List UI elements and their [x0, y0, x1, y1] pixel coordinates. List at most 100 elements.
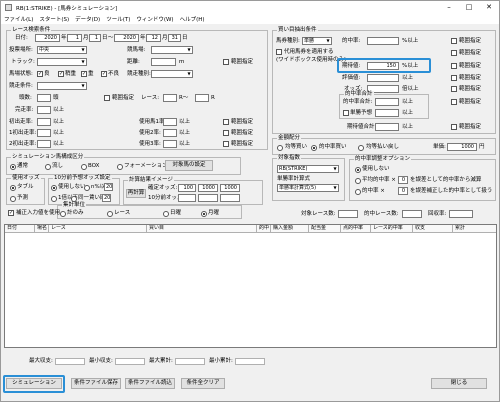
formation-radio[interactable]	[117, 164, 123, 170]
pred-count-input[interactable]: 20	[102, 194, 111, 202]
normal-radio[interactable]	[10, 164, 16, 170]
odds-range-checkbox[interactable]	[451, 86, 457, 92]
by-day-radio[interactable]	[163, 211, 169, 217]
minimize-icon[interactable]: –	[439, 1, 459, 14]
total-hit-input[interactable]	[375, 98, 399, 106]
race-from-input[interactable]	[163, 94, 177, 102]
flow-radio[interactable]	[45, 164, 51, 170]
col-date[interactable]: 日付	[5, 225, 35, 232]
col-balance[interactable]: 収支	[413, 225, 453, 232]
head-input[interactable]	[37, 94, 51, 102]
from-day-input[interactable]: 1	[89, 34, 101, 42]
mode-a-radio[interactable]	[51, 196, 57, 202]
total-range-checkbox[interactable]	[451, 99, 457, 105]
only-radio[interactable]	[60, 211, 66, 217]
hit-hit-input[interactable]: 0	[398, 187, 408, 195]
head-range-checkbox[interactable]	[104, 95, 110, 101]
result-grid[interactable]: 日付 場名 レース 買い目 的中 購入金額 配当金 点的中率 レース的中率 収支…	[4, 224, 497, 348]
hit-hit-radio[interactable]	[355, 189, 361, 195]
from-year-input[interactable]: 2020	[35, 34, 60, 42]
single-input[interactable]	[375, 109, 399, 117]
hit-no-use-radio[interactable]	[355, 167, 361, 173]
hit-avg-input[interactable]: 0	[398, 176, 408, 184]
target-horse-button[interactable]: 対象馬の設定	[165, 160, 213, 171]
close-button[interactable]: 閉じる	[431, 378, 487, 389]
used3-input[interactable]	[163, 140, 177, 148]
from-month-input[interactable]: 1	[67, 34, 82, 42]
hit-range-checkbox[interactable]	[451, 38, 457, 44]
hit-range2-checkbox[interactable]	[451, 50, 457, 56]
to-month-input[interactable]: 12	[146, 34, 161, 42]
by-month-radio[interactable]	[201, 211, 207, 217]
correction-checkbox[interactable]: ✓	[8, 210, 14, 216]
simulation-button[interactable]: シミュレーション	[6, 378, 62, 389]
single-checkbox[interactable]	[343, 110, 349, 116]
col-amount[interactable]: 購入金額	[271, 225, 309, 232]
by-race-radio[interactable]	[107, 211, 113, 217]
menu-window[interactable]: ウィンドウ(W)	[136, 15, 173, 23]
bet-type-select[interactable]: 単勝 ▼	[302, 37, 332, 45]
venue-select[interactable]: 中央 ▼	[37, 46, 87, 54]
col-cumulative[interactable]: 累計	[453, 225, 496, 232]
calc-formula-select[interactable]: 単勝率計算式(5) ▼	[277, 184, 339, 192]
col-race-hit[interactable]: レース的中率	[371, 225, 413, 232]
col-race[interactable]: レース	[49, 225, 147, 232]
ratio-range-checkbox[interactable]	[451, 124, 457, 130]
used3-range-checkbox[interactable]	[223, 141, 229, 147]
hit-input[interactable]	[367, 37, 399, 45]
load-conditions-button[interactable]: 条件ファイル読込	[125, 378, 175, 389]
menu-data[interactable]: データ(D)	[75, 15, 100, 23]
exp-input[interactable]: 150	[367, 62, 399, 70]
tanpuku-radio[interactable]	[10, 185, 16, 191]
col-dividend[interactable]: 配当金	[309, 225, 341, 232]
target-index-select[interactable]: RB(STRIKE) ▼	[277, 165, 339, 173]
distance-range-checkbox[interactable]	[223, 59, 229, 65]
eval-range-checkbox[interactable]	[451, 75, 457, 81]
maximize-icon[interactable]: □	[459, 1, 479, 14]
sire-input[interactable]	[163, 118, 177, 126]
menu-file[interactable]: ファイル(L)	[4, 15, 33, 23]
clear-conditions-button[interactable]: 条件全クリア	[181, 378, 225, 389]
box-radio[interactable]	[81, 164, 87, 170]
first-input[interactable]	[37, 129, 51, 137]
recalc-button[interactable]: 再計算	[126, 189, 146, 198]
menu-help[interactable]: ヘルプ(H)	[180, 15, 205, 23]
col-venue[interactable]: 場名	[35, 225, 49, 232]
equal-radio[interactable]	[277, 145, 283, 151]
col-point-hit[interactable]: 点的中率	[341, 225, 371, 232]
hit-avg-radio[interactable]	[355, 178, 361, 184]
win-pace-input[interactable]	[37, 118, 51, 126]
pred-use-radio[interactable]	[51, 185, 57, 191]
to-year-input[interactable]: 2020	[114, 34, 139, 42]
eval-input[interactable]	[367, 74, 399, 82]
prop-radio[interactable]	[311, 145, 317, 151]
distance-input[interactable]	[151, 58, 176, 66]
odds-return-radio[interactable]	[358, 145, 364, 151]
sire-range-checkbox[interactable]	[223, 119, 229, 125]
racecourse-select[interactable]: ▼	[151, 46, 193, 54]
exp-range-checkbox[interactable]	[451, 63, 457, 69]
used2-range-checkbox[interactable]	[223, 130, 229, 136]
ratio-input[interactable]	[375, 123, 399, 131]
yosou-radio[interactable]	[10, 196, 16, 202]
good-checkbox[interactable]: ✓	[37, 71, 43, 77]
bad-checkbox[interactable]: ✓	[101, 71, 107, 77]
close-icon[interactable]: ✕	[479, 1, 499, 14]
col-bet[interactable]: 買い目	[147, 225, 257, 232]
unit-input[interactable]: 1000	[447, 143, 477, 151]
slightly-checkbox[interactable]: ✓	[58, 71, 64, 77]
col-hit[interactable]: 的中	[257, 225, 271, 232]
used2-input[interactable]	[163, 129, 177, 137]
second-input[interactable]	[37, 140, 51, 148]
heavy-checkbox[interactable]: ✓	[81, 71, 87, 77]
substitute-checkbox[interactable]	[276, 49, 282, 55]
save-conditions-button[interactable]: 条件ファイル保存	[71, 378, 121, 389]
race-to-input[interactable]	[195, 94, 209, 102]
pred-per-radio[interactable]	[84, 185, 90, 191]
completion-input[interactable]	[37, 106, 51, 114]
race-cond-select[interactable]: ▼	[37, 82, 87, 90]
menu-tools[interactable]: ツール(T)	[106, 15, 130, 23]
menu-start[interactable]: スタート(S)	[39, 15, 69, 23]
to-day-input[interactable]: 31	[168, 34, 181, 42]
class-select[interactable]: ▼	[151, 70, 193, 78]
